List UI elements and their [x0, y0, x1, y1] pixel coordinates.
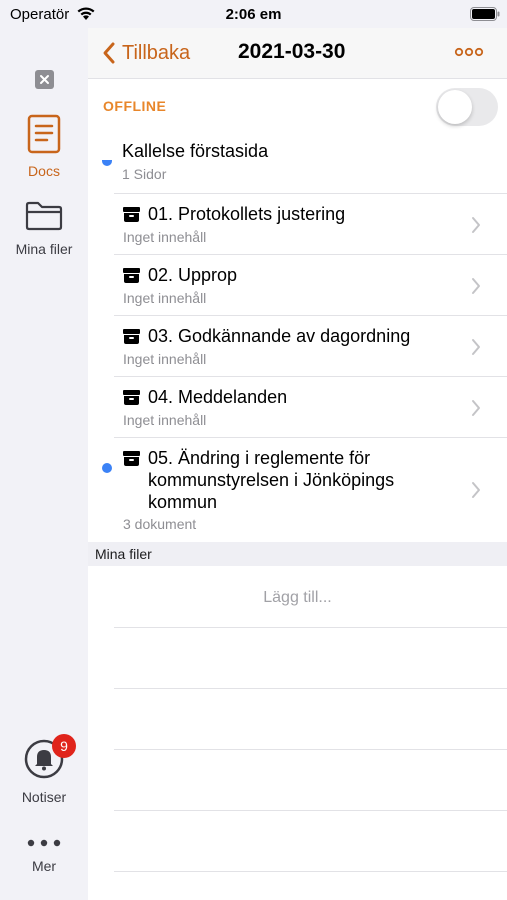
more-options-icon[interactable] [454, 47, 484, 57]
add-file-button[interactable]: Lägg till... [88, 567, 507, 627]
add-file-label: Lägg till... [263, 589, 332, 606]
more-dots-icon [27, 839, 61, 847]
archive-box-icon [123, 451, 140, 466]
chevron-right-icon [472, 339, 480, 355]
toggle-knob [438, 90, 472, 124]
side-rail: Docs Mina filer 9 Notiser Mer [0, 28, 88, 900]
agenda-item-title: 05. Ändring i reglemente för kommunstyre… [148, 448, 395, 512]
agenda-item[interactable]: 04. Meddelanden Inget innehåll [88, 377, 507, 438]
divider [114, 810, 507, 811]
archive-box-icon [123, 329, 140, 344]
back-label: Tillbaka [122, 41, 191, 64]
chevron-left-icon [103, 42, 115, 64]
cover-title: Kallelse förstasida [122, 141, 269, 161]
divider [114, 871, 507, 872]
rail-item-docs[interactable]: Docs [0, 114, 88, 179]
unread-dot [102, 463, 112, 473]
close-button[interactable] [35, 70, 54, 89]
chevron-right-icon [472, 217, 480, 233]
rail-label-more: Mer [31, 858, 57, 874]
chevron-right-icon [472, 482, 480, 498]
agenda-item-subtitle: 3 dokument [123, 516, 197, 532]
folder-icon [25, 201, 63, 231]
archive-box-icon [123, 268, 140, 283]
rail-label-docs: Docs [28, 163, 60, 179]
status-bar: Operatör 2:06 em [0, 0, 507, 28]
agenda-item-title: 03. Godkännande av dagordning [148, 326, 411, 346]
divider [114, 627, 507, 628]
agenda-item[interactable]: 05. Ändring i reglemente för kommunstyre… [88, 438, 507, 542]
clock: 2:06 em [225, 6, 282, 23]
agenda-item-subtitle: Inget innehåll [123, 229, 207, 245]
notification-badge: 9 [52, 734, 76, 758]
divider [114, 749, 507, 750]
unread-dot [102, 160, 112, 166]
offline-toggle[interactable] [436, 88, 498, 126]
agenda-item-title: 01. Protokollets justering [148, 204, 346, 224]
rail-label-my-files: Mina filer [15, 241, 73, 257]
section-header-my-files: Mina filer [88, 542, 507, 566]
archive-box-icon [123, 390, 140, 405]
agenda-item-subtitle: Inget innehåll [123, 290, 207, 306]
close-icon [40, 75, 49, 84]
cover-subtitle: 1 Sidor [122, 166, 167, 182]
agenda-item-subtitle: Inget innehåll [123, 351, 207, 367]
navigation-bar: Tillbaka 2021-03-30 [88, 28, 507, 79]
page-title: 2021-03-30 [238, 40, 346, 63]
agenda-item[interactable]: 03. Godkännande av dagordning Inget inne… [88, 316, 507, 377]
offline-row: OFFLINE [88, 79, 507, 133]
document-icon [27, 114, 61, 154]
battery-icon [470, 7, 500, 21]
agenda-item[interactable]: 01. Protokollets justering Inget innehål… [88, 194, 507, 255]
chevron-right-icon [472, 400, 480, 416]
rail-item-my-files[interactable]: Mina filer [0, 200, 88, 257]
back-button[interactable]: Tillbaka [102, 40, 190, 66]
divider [114, 688, 507, 689]
agenda-item-subtitle: Inget innehåll [123, 412, 207, 428]
agenda-item[interactable]: 02. Upprop Inget innehåll [88, 255, 507, 316]
offline-label: OFFLINE [103, 98, 167, 114]
agenda-item-title: 04. Meddelanden [148, 387, 288, 407]
rail-label-notifications: Notiser [21, 789, 67, 805]
cover-page-row[interactable]: Kallelse förstasida 1 Sidor [88, 133, 507, 194]
rail-item-more[interactable]: Mer [0, 836, 88, 874]
agenda-item-title: 02. Upprop [148, 265, 238, 285]
archive-box-icon [123, 207, 140, 222]
chevron-right-icon [472, 278, 480, 294]
section-header-label: Mina filer [95, 546, 152, 562]
rail-item-notifications[interactable]: 9 Notiser [0, 734, 88, 805]
